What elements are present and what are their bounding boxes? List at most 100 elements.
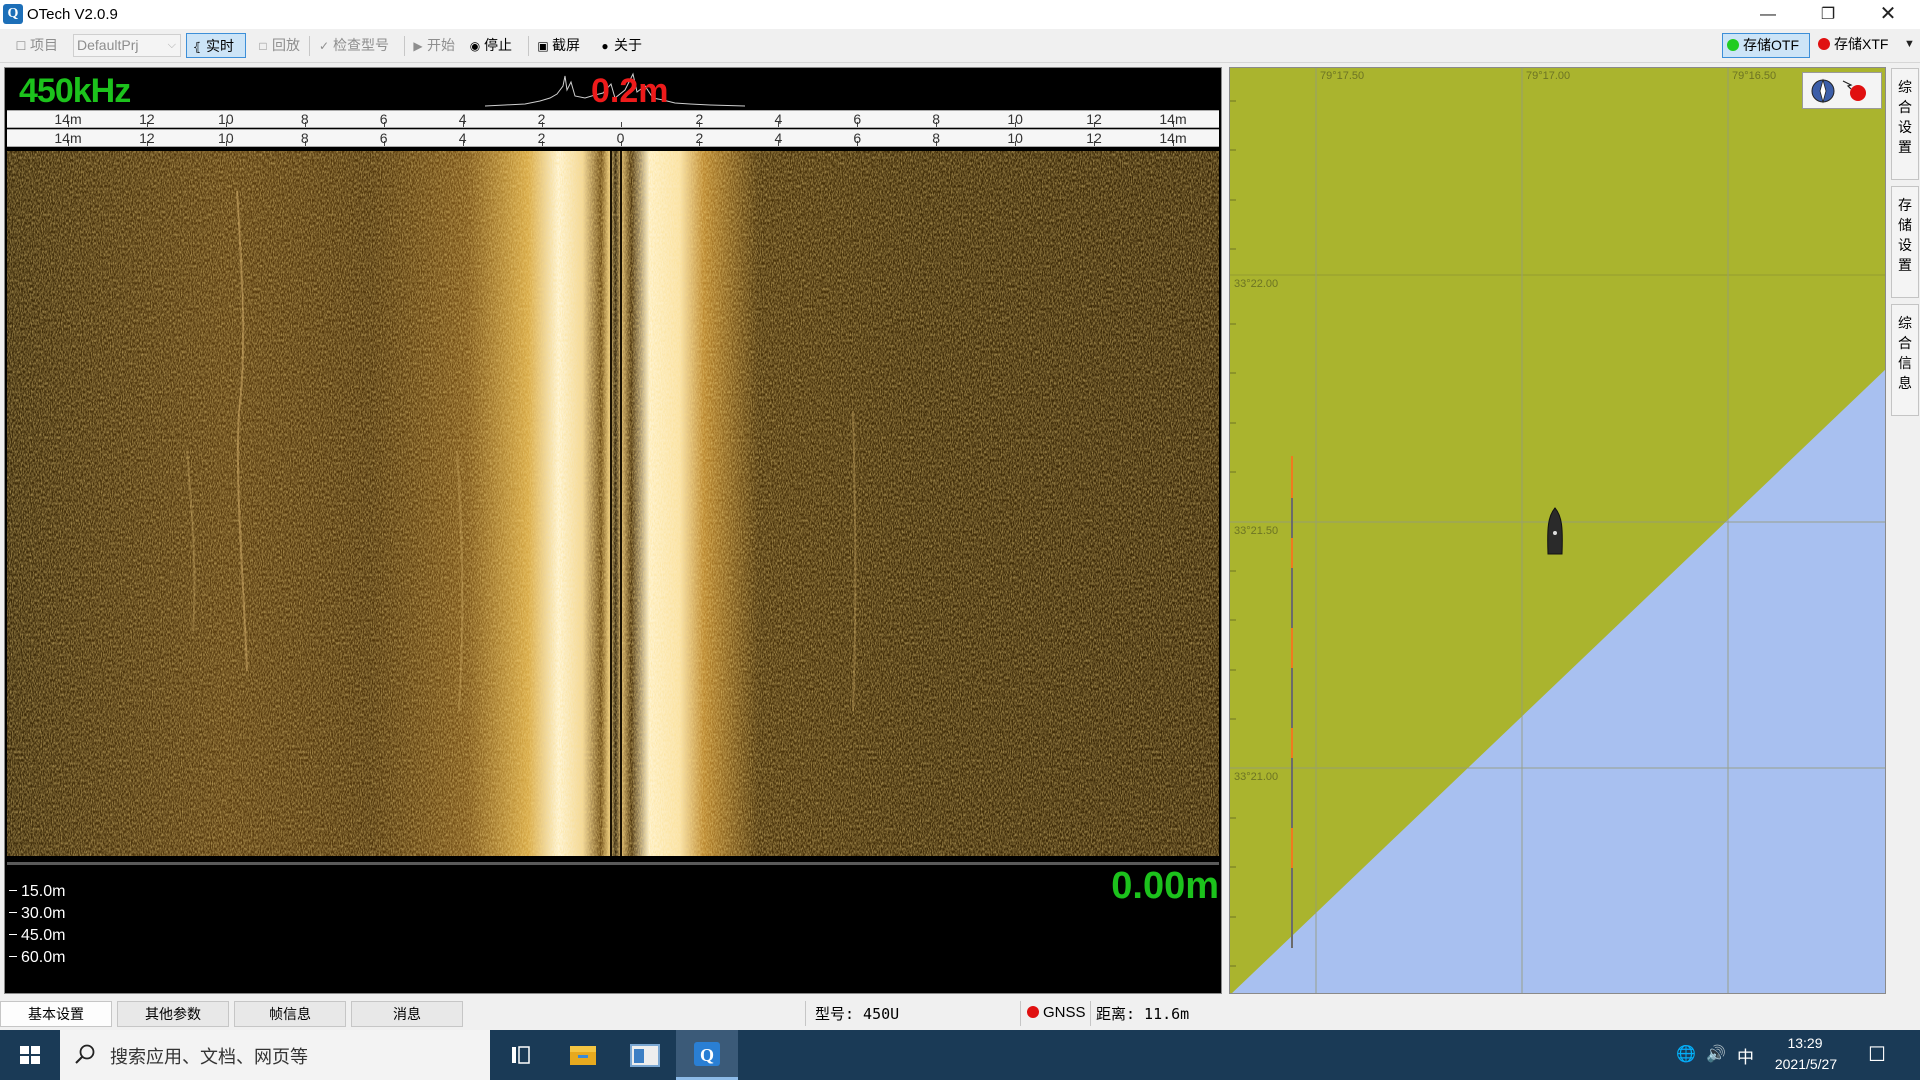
record-icon[interactable] (1842, 80, 1866, 101)
project-toggle[interactable]: ☐ 项目 (14, 33, 58, 58)
play-icon: ▶ (413, 39, 423, 53)
status-divider (1020, 1001, 1021, 1026)
app-window-icon[interactable] (614, 1030, 676, 1080)
scale-tick-label: 6 (379, 130, 388, 146)
info-icon: ● (601, 39, 609, 53)
notification-center-icon[interactable]: ☐ (1868, 1042, 1886, 1067)
latitude-label: 33°21.50 (1234, 525, 1279, 537)
search-placeholder: 搜索应用、文档、网页等 (110, 1047, 308, 1067)
scale-tick-label: 12 (1086, 130, 1102, 146)
longitude-label: 79°16.50 (1732, 70, 1777, 82)
scale-tick-label: 10 (1007, 111, 1023, 127)
altitude-readout: 0.00m (1111, 865, 1219, 907)
check-model-button[interactable]: ✓ 检查型号 (317, 33, 389, 58)
tab-label: 综 合 设 置 (1898, 79, 1912, 155)
scale-tick-label: 12 (1086, 111, 1102, 127)
scale-tick-mark (620, 122, 622, 127)
compass-icon[interactable] (1811, 78, 1835, 104)
store-xtf-button[interactable]: 存储XTF (1814, 33, 1900, 58)
map-controls (1802, 72, 1882, 109)
model-status: 型号: 450U (815, 1005, 900, 1023)
status-dot-icon (1727, 39, 1739, 51)
playback-label: 回放 (272, 37, 300, 53)
signal-waves-icon: ⦃ (192, 40, 202, 54)
tab-other-params[interactable]: 其他参数 (117, 1001, 229, 1027)
screenshot-button[interactable]: ▣ 截屏 (536, 33, 580, 58)
scale-tick-label: 12 (139, 130, 155, 146)
map-panel[interactable]: 79°17.50 79°17.00 79°16.50 33°22.00 33°2… (1229, 67, 1886, 994)
project-label: 项目 (30, 37, 58, 53)
camera-icon: ▣ (537, 39, 549, 53)
taskbar-search-box[interactable]: 搜索应用、文档、网页等 (60, 1030, 490, 1080)
scale-tick-label: 4 (458, 111, 467, 127)
gnss-label: GNSS (1043, 1004, 1086, 1021)
latitude-label: 33°22.00 (1234, 278, 1279, 290)
project-select-value: DefaultPrj (77, 37, 139, 53)
status-divider (805, 1001, 806, 1026)
realtime-button[interactable]: ⦃ 实时 (186, 33, 246, 58)
close-button[interactable]: ✕ (1860, 0, 1916, 29)
network-globe-icon[interactable]: 🌐 (1676, 1044, 1696, 1064)
file-explorer-icon[interactable] (552, 1030, 614, 1080)
restore-button[interactable]: ❐ (1800, 0, 1856, 29)
stop-label: 停止 (484, 37, 512, 53)
start-button[interactable]: ▶ 开始 (411, 33, 455, 58)
bottom-tab-strip: 基本设置 其他参数 帧信息 消息 型号: 450U GNSS 距离: 11.6m (0, 998, 1920, 1029)
window-title: OTech V2.0.9 (27, 6, 118, 23)
tab-storage-settings[interactable]: 存 储 设 置 (1891, 186, 1919, 298)
check-model-label: 检查型号 (333, 37, 389, 53)
store-xtf-label: 存储XTF (1834, 36, 1889, 52)
minimize-button[interactable]: — (1740, 0, 1796, 29)
tab-messages[interactable]: 消息 (351, 1001, 463, 1027)
clock-date[interactable]: 2021/5/27 (1766, 1056, 1846, 1072)
boat-icon (1547, 507, 1563, 555)
range-scale-bottom: 14m 12 10 8 6 4 2 0 2 4 6 8 10 12 14m (7, 129, 1219, 147)
scale-tick-label: 8 (932, 130, 941, 146)
project-select[interactable]: DefaultPrj ⌵ (73, 34, 181, 57)
checkmark-icon: ✓ (318, 39, 330, 53)
scale-tick-label: 14m (1159, 111, 1187, 127)
scale-tick-label: 4 (774, 130, 783, 146)
distance-status: 距离: 11.6m (1096, 1005, 1190, 1023)
ime-indicator[interactable]: 中 (1737, 1043, 1754, 1068)
search-icon (75, 1044, 95, 1064)
otech-taskbar-icon[interactable]: Q (676, 1030, 738, 1080)
depth-tick: 45.0m (9, 927, 65, 945)
windows-start-button[interactable] (0, 1030, 60, 1080)
stop-icon: ◉ (469, 39, 481, 53)
clock-time[interactable]: 13:29 (1770, 1035, 1840, 1051)
taskbar: 搜索应用、文档、网页等 Q 🌐 🔊 中 13:29 2021/5/27 ☐ (0, 1030, 1920, 1080)
toolbar: ☐ 项目 DefaultPrj ⌵ ⦃ 实时 □ 回放 ✓ 检查型号 ▶ 开始 ◉ 停止 ▣… (0, 29, 1920, 63)
toolbar-overflow-icon[interactable]: ▼ (1904, 38, 1915, 50)
scale-tick-label: 8 (300, 130, 309, 146)
task-view-icon[interactable] (490, 1030, 552, 1080)
range-readout: 0.2m (591, 72, 669, 110)
sidescan-waterfall-image[interactable] (7, 151, 1219, 856)
scale-tick-label: 4 (774, 111, 783, 127)
range-scale-top[interactable]: 14m 12 10 8 6 4 2 2 4 6 8 10 12 14m (7, 110, 1219, 128)
gnss-status: GNSS (1027, 1004, 1086, 1021)
scale-tick-label: 4 (458, 130, 467, 146)
screenshot-label: 截屏 (552, 37, 580, 53)
volume-icon[interactable]: 🔊 (1706, 1044, 1726, 1064)
playback-button[interactable]: □ 回放 (256, 33, 300, 58)
scale-tick-label: 2 (537, 130, 546, 146)
scale-tick-label: 2 (537, 111, 546, 127)
start-label: 开始 (427, 37, 455, 53)
tab-basic-settings[interactable]: 基本设置 (0, 1001, 112, 1027)
longitude-label: 79°17.50 (1320, 70, 1365, 82)
stop-button[interactable]: ◉ 停止 (468, 33, 512, 58)
scale-tick-label: 12 (139, 111, 155, 127)
latitude-label: 33°21.00 (1234, 771, 1279, 783)
scale-tick-label: 14m (54, 130, 82, 146)
tab-frame-info[interactable]: 帧信息 (234, 1001, 346, 1027)
tab-general-info[interactable]: 综 合 信 息 (1891, 304, 1919, 416)
tab-label: 存 储 设 置 (1898, 197, 1912, 273)
otech-logo-icon: Q (3, 4, 23, 24)
scale-tick-label: 2 (695, 130, 704, 146)
store-otf-button[interactable]: 存储OTF (1722, 33, 1810, 58)
tab-label: 综 合 信 息 (1898, 315, 1912, 391)
tab-general-settings[interactable]: 综 合 设 置 (1891, 68, 1919, 180)
about-button[interactable]: ● 关于 (598, 33, 642, 58)
sonar-panel: 450kHz 0.2m 14m 12 10 8 6 4 2 2 4 6 8 10 12 14m 14m 12… (4, 67, 1222, 994)
